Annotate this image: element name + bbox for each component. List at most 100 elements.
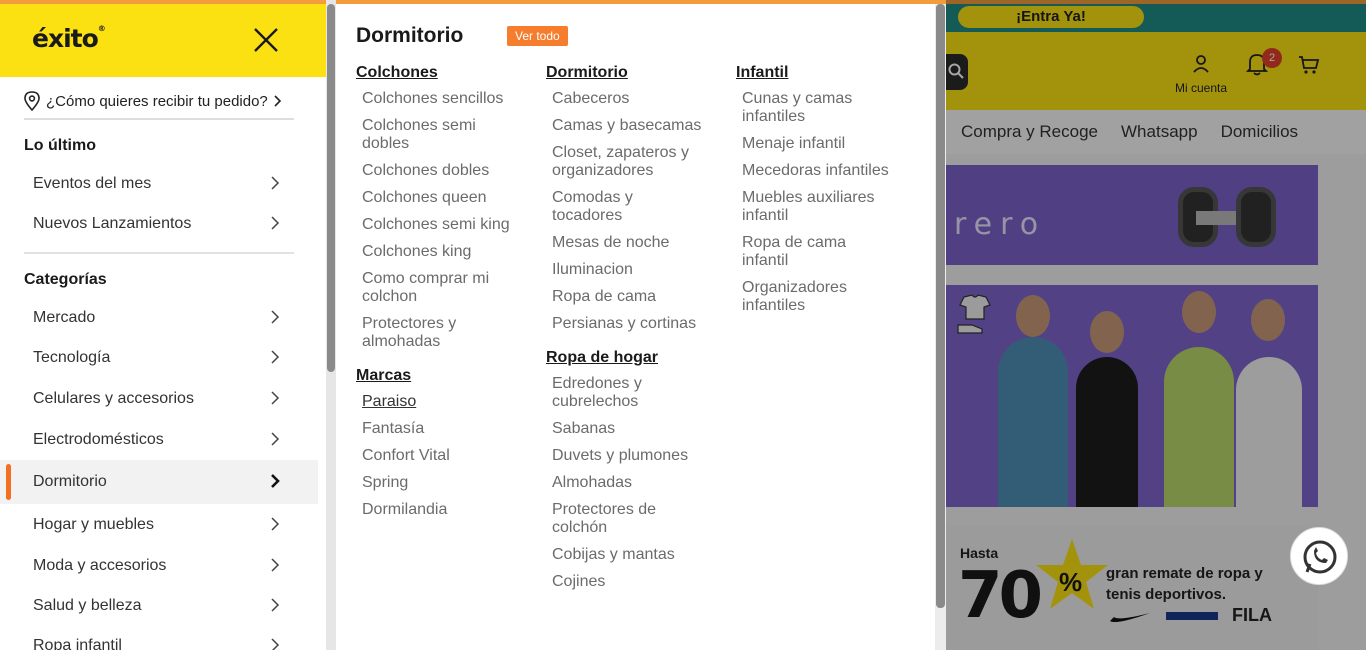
chevron-right-icon — [274, 95, 281, 107]
menu-item-label: Nuevos Lanzamientos — [33, 215, 192, 232]
chevron-right-icon — [271, 391, 280, 405]
see-all-button[interactable]: Ver todo — [507, 26, 568, 46]
drawer-scrollbar-thumb[interactable] — [327, 4, 335, 372]
delivery-prompt: ¿Cómo quieres recibir tu pedido? — [46, 92, 268, 110]
panel-scrollbar-thumb[interactable] — [936, 4, 945, 608]
group-title-dormitorio[interactable]: Dormitorio — [546, 64, 732, 82]
chevron-right-icon — [271, 176, 280, 190]
chevron-right-icon — [271, 598, 280, 612]
category-panel: Dormitorio Ver todo Colchones Colchones … — [336, 4, 946, 650]
drawer-scrollbar[interactable] — [326, 0, 336, 650]
subcategory-link[interactable]: Colchones queen — [356, 189, 542, 207]
subcategory-link[interactable]: Colchones king — [356, 243, 542, 261]
subcategory-link[interactable]: Almohadas — [546, 474, 732, 492]
category-hogar[interactable]: Hogar y muebles — [0, 503, 318, 547]
subcategory-link[interactable]: Muebles auxiliares infantil — [736, 189, 896, 225]
category-moda[interactable]: Moda y accesorios — [0, 544, 318, 588]
exito-logo[interactable]: éxito® — [32, 24, 106, 53]
category-celulares[interactable]: Celulares y accesorios — [0, 377, 318, 421]
logo-text: éxito — [32, 24, 99, 53]
category-electrodomesticos[interactable]: Electrodomésticos — [0, 418, 318, 462]
subcategory-link[interactable]: Protectores y almohadas — [356, 315, 496, 351]
subcategory-link[interactable]: Ropa de cama — [546, 288, 732, 306]
subcategory-link[interactable]: Sabanas — [546, 420, 732, 438]
category-mercado[interactable]: Mercado — [0, 296, 318, 340]
subcategory-link[interactable]: Colchones dobles — [356, 162, 542, 180]
subcategory-link[interactable]: Mecedoras infantiles — [736, 162, 922, 180]
close-button[interactable] — [250, 24, 282, 56]
subcategory-group: Ropa de hogar Edredones y cubrelechos Sa… — [546, 349, 732, 591]
menu-item-label: Mercado — [33, 309, 96, 326]
menu-item-label: Eventos del mes — [33, 175, 152, 192]
section-title-categories: Categorías — [24, 271, 107, 288]
menu-item-label: Dormitorio — [33, 473, 107, 490]
subcategory-link[interactable]: Cojines — [546, 573, 732, 591]
chevron-right-icon — [271, 216, 280, 230]
subcategory-link[interactable]: Comodas y tocadores — [546, 189, 656, 225]
subcategory-link[interactable]: Como comprar mi colchon — [356, 270, 524, 306]
subcategory-group: Dormitorio Cabeceros Camas y basecamas C… — [546, 64, 732, 333]
panel-title: Dormitorio — [356, 24, 464, 47]
group-title-marcas[interactable]: Marcas — [356, 367, 542, 385]
close-icon — [254, 28, 278, 52]
subcategory-link[interactable]: Ropa de cama infantil — [736, 234, 876, 270]
navigation-drawer: éxito® ¿Cómo quieres recibir tu pedido? … — [0, 4, 326, 650]
delivery-selector[interactable]: ¿Cómo quieres recibir tu pedido? — [24, 84, 294, 120]
subcategory-link[interactable]: Persianas y cortinas — [546, 315, 732, 333]
subcategory-link[interactable]: Cabeceros — [546, 90, 732, 108]
panel-column: Dormitorio Cabeceros Camas y basecamas C… — [546, 64, 732, 600]
chevron-right-icon — [271, 517, 280, 531]
chevron-right-icon — [271, 432, 280, 446]
subcategory-link[interactable]: Dormilandia — [356, 501, 542, 519]
subcategory-group: Colchones Colchones sencillos Colchones … — [356, 64, 542, 351]
chevron-right-icon — [271, 350, 280, 364]
section-title-latest: Lo último — [24, 137, 96, 154]
category-tecnologia[interactable]: Tecnología — [0, 336, 318, 380]
subcategory-link[interactable]: Mesas de noche — [546, 234, 732, 252]
subcategory-link[interactable]: Closet, zapateros y organizadores — [546, 144, 714, 180]
menu-item-label: Ropa infantil — [33, 637, 122, 650]
menu-item-label: Moda y accesorios — [33, 557, 167, 574]
subcategory-link[interactable]: Duvets y plumones — [546, 447, 732, 465]
subcategory-link[interactable]: Cunas y camas infantiles — [736, 90, 886, 126]
group-title-infantil[interactable]: Infantil — [736, 64, 922, 82]
subcategory-link[interactable]: Colchones sencillos — [356, 90, 542, 108]
subcategory-link[interactable]: Cobijas y mantas — [546, 546, 732, 564]
subcategory-link[interactable]: Camas y basecamas — [546, 117, 732, 135]
menu-item-lanzamientos[interactable]: Nuevos Lanzamientos — [0, 202, 318, 246]
location-pin-icon — [24, 91, 40, 111]
menu-item-eventos[interactable]: Eventos del mes — [0, 162, 318, 206]
panel-column: Colchones Colchones sencillos Colchones … — [356, 64, 542, 528]
chevron-right-icon — [271, 638, 280, 650]
panel-scrollbar[interactable] — [935, 4, 946, 650]
group-title-colchones[interactable]: Colchones — [356, 64, 542, 82]
subcategory-link[interactable]: Spring — [356, 474, 542, 492]
group-title-ropa-hogar[interactable]: Ropa de hogar — [546, 349, 732, 367]
subcategory-link[interactable]: Iluminacion — [546, 261, 732, 279]
category-salud[interactable]: Salud y belleza — [0, 584, 318, 628]
drawer-header: éxito® — [0, 4, 326, 77]
subcategory-group: Marcas Paraiso Fantasía Confort Vital Sp… — [356, 367, 542, 519]
category-ropa-infantil[interactable]: Ropa infantil — [0, 624, 318, 650]
panel-column: Infantil Cunas y camas infantiles Menaje… — [736, 64, 922, 324]
subcategory-link[interactable]: Fantasía — [356, 420, 542, 438]
subcategory-link[interactable]: Protectores de colchón — [546, 501, 676, 537]
whatsapp-button[interactable] — [1290, 527, 1348, 585]
divider — [24, 252, 294, 254]
whatsapp-icon — [1303, 540, 1337, 574]
chevron-right-icon — [271, 310, 280, 324]
chevron-right-icon — [271, 558, 280, 572]
subcategory-link[interactable]: Menaje infantil — [736, 135, 922, 153]
subcategory-group: Infantil Cunas y camas infantiles Menaje… — [736, 64, 922, 315]
subcategory-link[interactable]: Edredones y cubrelechos — [546, 375, 666, 411]
chevron-right-icon — [271, 474, 280, 488]
menu-item-label: Hogar y muebles — [33, 516, 154, 533]
subcategory-link[interactable]: Confort Vital — [356, 447, 542, 465]
subcategory-link[interactable]: Paraiso — [356, 393, 542, 411]
menu-item-label: Celulares y accesorios — [33, 390, 194, 407]
subcategory-link[interactable]: Colchones semi king — [356, 216, 542, 234]
subcategory-link[interactable]: Colchones semi dobles — [356, 117, 506, 153]
menu-item-label: Salud y belleza — [33, 597, 142, 614]
subcategory-link[interactable]: Organizadores infantiles — [736, 279, 866, 315]
category-dormitorio[interactable]: Dormitorio — [0, 460, 318, 504]
